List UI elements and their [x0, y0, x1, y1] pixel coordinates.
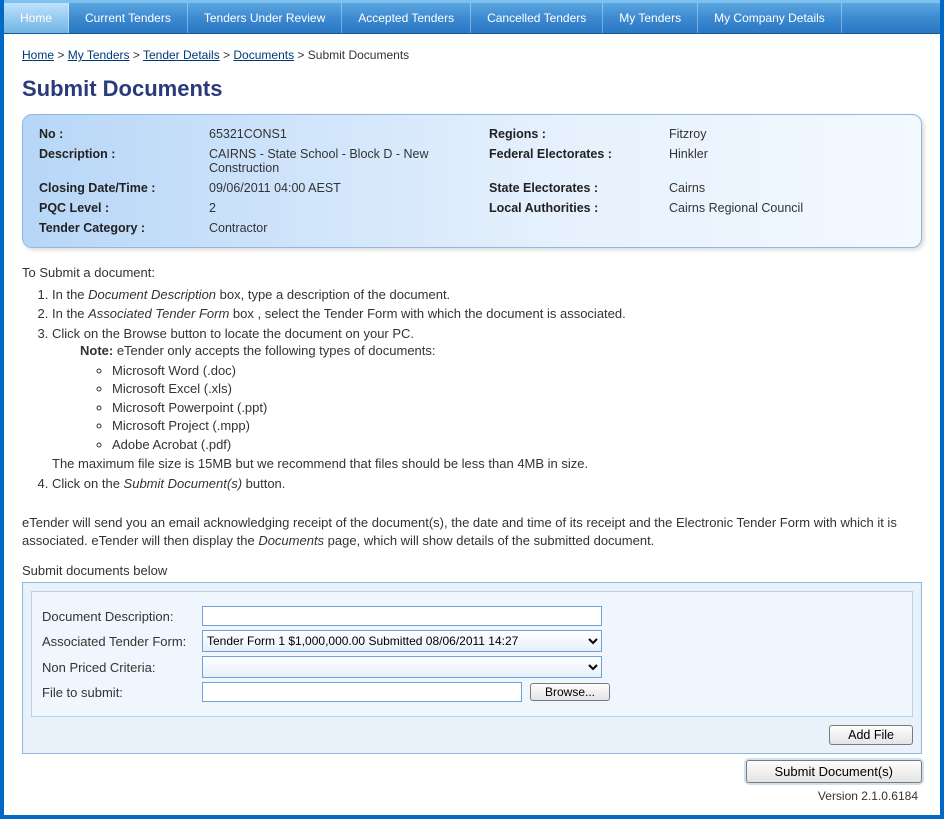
info-pqc-value: 2 [209, 201, 479, 215]
info-fed-value: Hinkler [669, 147, 905, 175]
doc-type: Microsoft Excel (.xls) [112, 380, 922, 398]
info-pqc-label: PQC Level : [39, 201, 199, 215]
tender-info-panel: No : 65321CONS1 Regions : Fitzroy Descri… [22, 114, 922, 248]
info-regions-label: Regions : [489, 127, 659, 141]
info-fed-label: Federal Electorates : [489, 147, 659, 175]
nav-tab-accepted[interactable]: Accepted Tenders [342, 3, 471, 33]
breadcrumb: Home > My Tenders > Tender Details > Doc… [22, 44, 922, 70]
instruction-step-3: Click on the Browse button to locate the… [52, 325, 922, 473]
instruction-step-4: Click on the Submit Document(s) button. [52, 475, 922, 493]
nav-tab-home[interactable]: Home [4, 3, 69, 33]
breadcrumb-documents-link[interactable]: Documents [233, 48, 294, 62]
instruction-step-1: In the Document Description box, type a … [52, 286, 922, 304]
doc-type: Adobe Acrobat (.pdf) [112, 436, 922, 454]
top-nav: Home Current Tenders Tenders Under Revie… [4, 0, 940, 34]
info-regions-value: Fitzroy [669, 127, 905, 141]
file-label: File to submit: [42, 685, 202, 700]
info-closing-value: 09/06/2011 04:00 AEST [209, 181, 479, 195]
nonpriced-select[interactable] [202, 656, 602, 678]
info-local-label: Local Authorities : [489, 201, 659, 215]
submit-documents-button[interactable]: Submit Document(s) [746, 760, 922, 783]
assoc-form-select[interactable]: Tender Form 1 $1,000,000.00 Submitted 08… [202, 630, 602, 652]
info-cat-value: Contractor [209, 221, 479, 235]
browse-button[interactable]: Browse... [530, 683, 610, 701]
app-frame: Home Current Tenders Tenders Under Revie… [0, 0, 944, 819]
instructions: To Submit a document: In the Document De… [22, 264, 922, 549]
breadcrumb-home-link[interactable]: Home [22, 48, 54, 62]
add-file-button[interactable]: Add File [829, 725, 913, 745]
info-no-label: No : [39, 127, 199, 141]
nav-tab-cancelled[interactable]: Cancelled Tenders [471, 3, 603, 33]
nonpriced-label: Non Priced Criteria: [42, 660, 202, 675]
instruction-step-2: In the Associated Tender Form box , sele… [52, 305, 922, 323]
doc-desc-input[interactable] [202, 606, 602, 626]
info-no-value: 65321CONS1 [209, 127, 479, 141]
info-state-value: Cairns [669, 181, 905, 195]
version-label: Version 2.1.0.6184 [22, 789, 918, 803]
doc-type: Microsoft Powerpoint (.ppt) [112, 399, 922, 417]
submit-form-panel: Document Description: Associated Tender … [22, 582, 922, 754]
doc-type: Microsoft Word (.doc) [112, 362, 922, 380]
doc-type: Microsoft Project (.mpp) [112, 417, 922, 435]
breadcrumb-current: Submit Documents [308, 48, 409, 62]
instructions-outro: eTender will send you an email acknowled… [22, 514, 922, 549]
max-filesize-note: The maximum file size is 15MB but we rec… [52, 455, 922, 473]
info-closing-label: Closing Date/Time : [39, 181, 199, 195]
info-cat-label: Tender Category : [39, 221, 199, 235]
assoc-form-label: Associated Tender Form: [42, 634, 202, 649]
info-desc-label: Description : [39, 147, 199, 175]
nav-tab-company-details[interactable]: My Company Details [698, 3, 842, 33]
breadcrumb-mytenders-link[interactable]: My Tenders [68, 48, 130, 62]
nav-tab-my-tenders[interactable]: My Tenders [603, 3, 698, 33]
page-content: Home > My Tenders > Tender Details > Doc… [4, 34, 940, 815]
nav-tab-under-review[interactable]: Tenders Under Review [188, 3, 342, 33]
submit-form-inner: Document Description: Associated Tender … [31, 591, 913, 717]
nav-tab-current-tenders[interactable]: Current Tenders [69, 3, 188, 33]
form-heading: Submit documents below [22, 563, 922, 578]
doc-desc-label: Document Description: [42, 609, 202, 624]
breadcrumb-tenderdetails-link[interactable]: Tender Details [143, 48, 220, 62]
info-desc-value: CAIRNS - State School - Block D - New Co… [209, 147, 479, 175]
info-local-value: Cairns Regional Council [669, 201, 905, 215]
page-title: Submit Documents [22, 76, 922, 102]
info-state-label: State Electorates : [489, 181, 659, 195]
instructions-intro: To Submit a document: [22, 264, 922, 282]
file-path-input[interactable] [202, 682, 522, 702]
